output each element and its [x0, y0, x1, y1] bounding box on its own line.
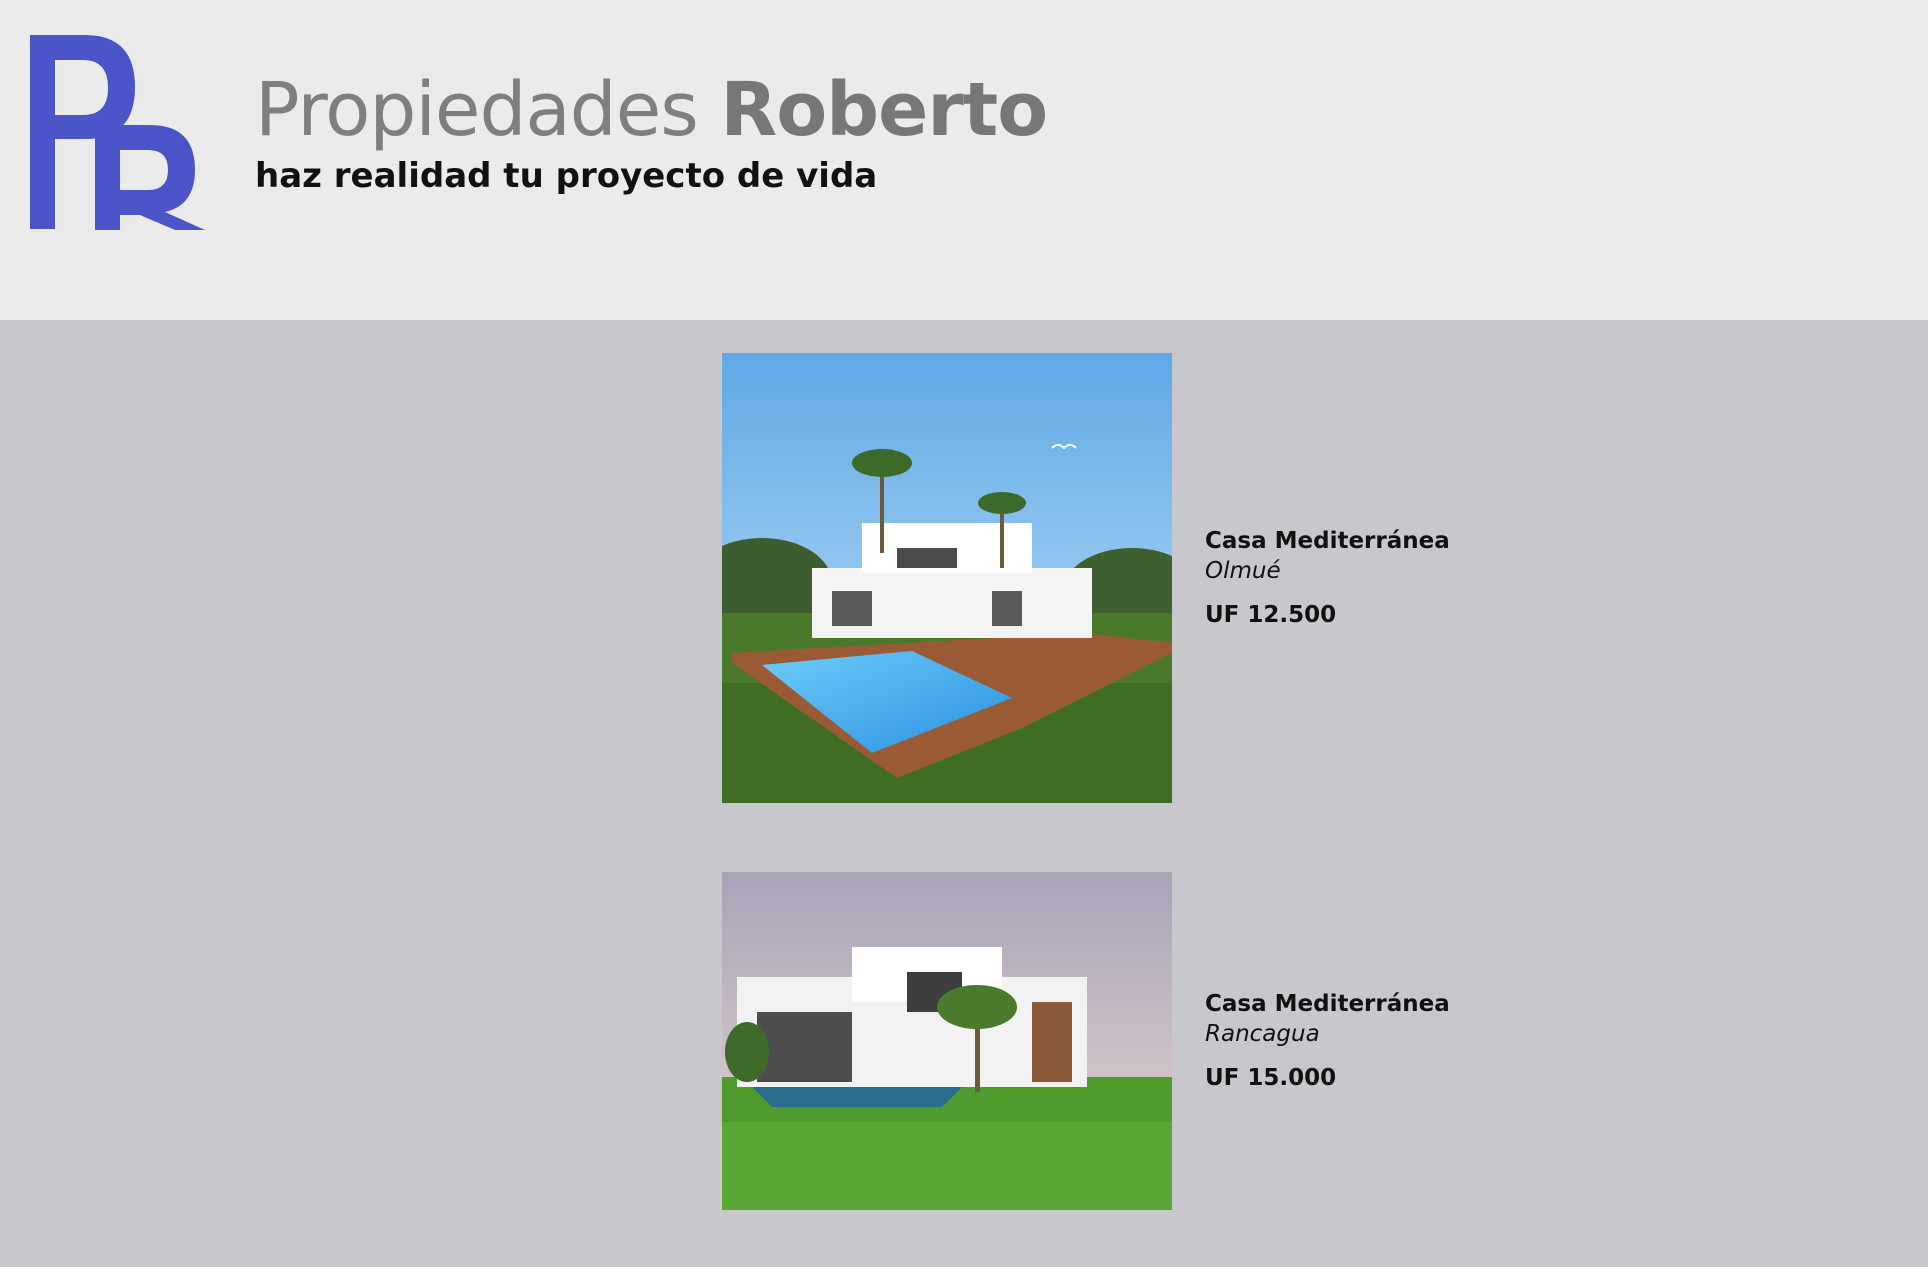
- listing-price: UF 12.500: [1205, 602, 1337, 628]
- listing-price: UF 15.000: [1205, 1065, 1337, 1091]
- listing-info: Casa Mediterránea Olmué UF 12.500: [1205, 526, 1450, 630]
- tagline: haz realidad tu proyecto de vida: [255, 156, 878, 196]
- property-photo[interactable]: [722, 872, 1172, 1210]
- listing-location: Rancagua: [1205, 1021, 1320, 1047]
- listing-title[interactable]: Casa Mediterránea: [1205, 526, 1450, 556]
- listing-info: Casa Mediterránea Rancagua UF 15.000: [1205, 989, 1450, 1093]
- listing-card[interactable]: Casa Mediterránea Rancagua UF 15.000: [722, 872, 1450, 1210]
- listing-title[interactable]: Casa Mediterránea: [1205, 989, 1450, 1019]
- brand-title: Propiedades Roberto: [255, 64, 1048, 156]
- brand-bold: Roberto: [720, 67, 1048, 153]
- brand-light: Propiedades: [255, 67, 721, 153]
- property-photo[interactable]: [722, 353, 1172, 803]
- logo[interactable]: [20, 30, 210, 230]
- listing-location: Olmué: [1205, 558, 1281, 584]
- listing-card[interactable]: Casa Mediterránea Olmué UF 12.500: [722, 353, 1450, 803]
- site-header: Propiedades Roberto haz realidad tu proy…: [0, 0, 1928, 320]
